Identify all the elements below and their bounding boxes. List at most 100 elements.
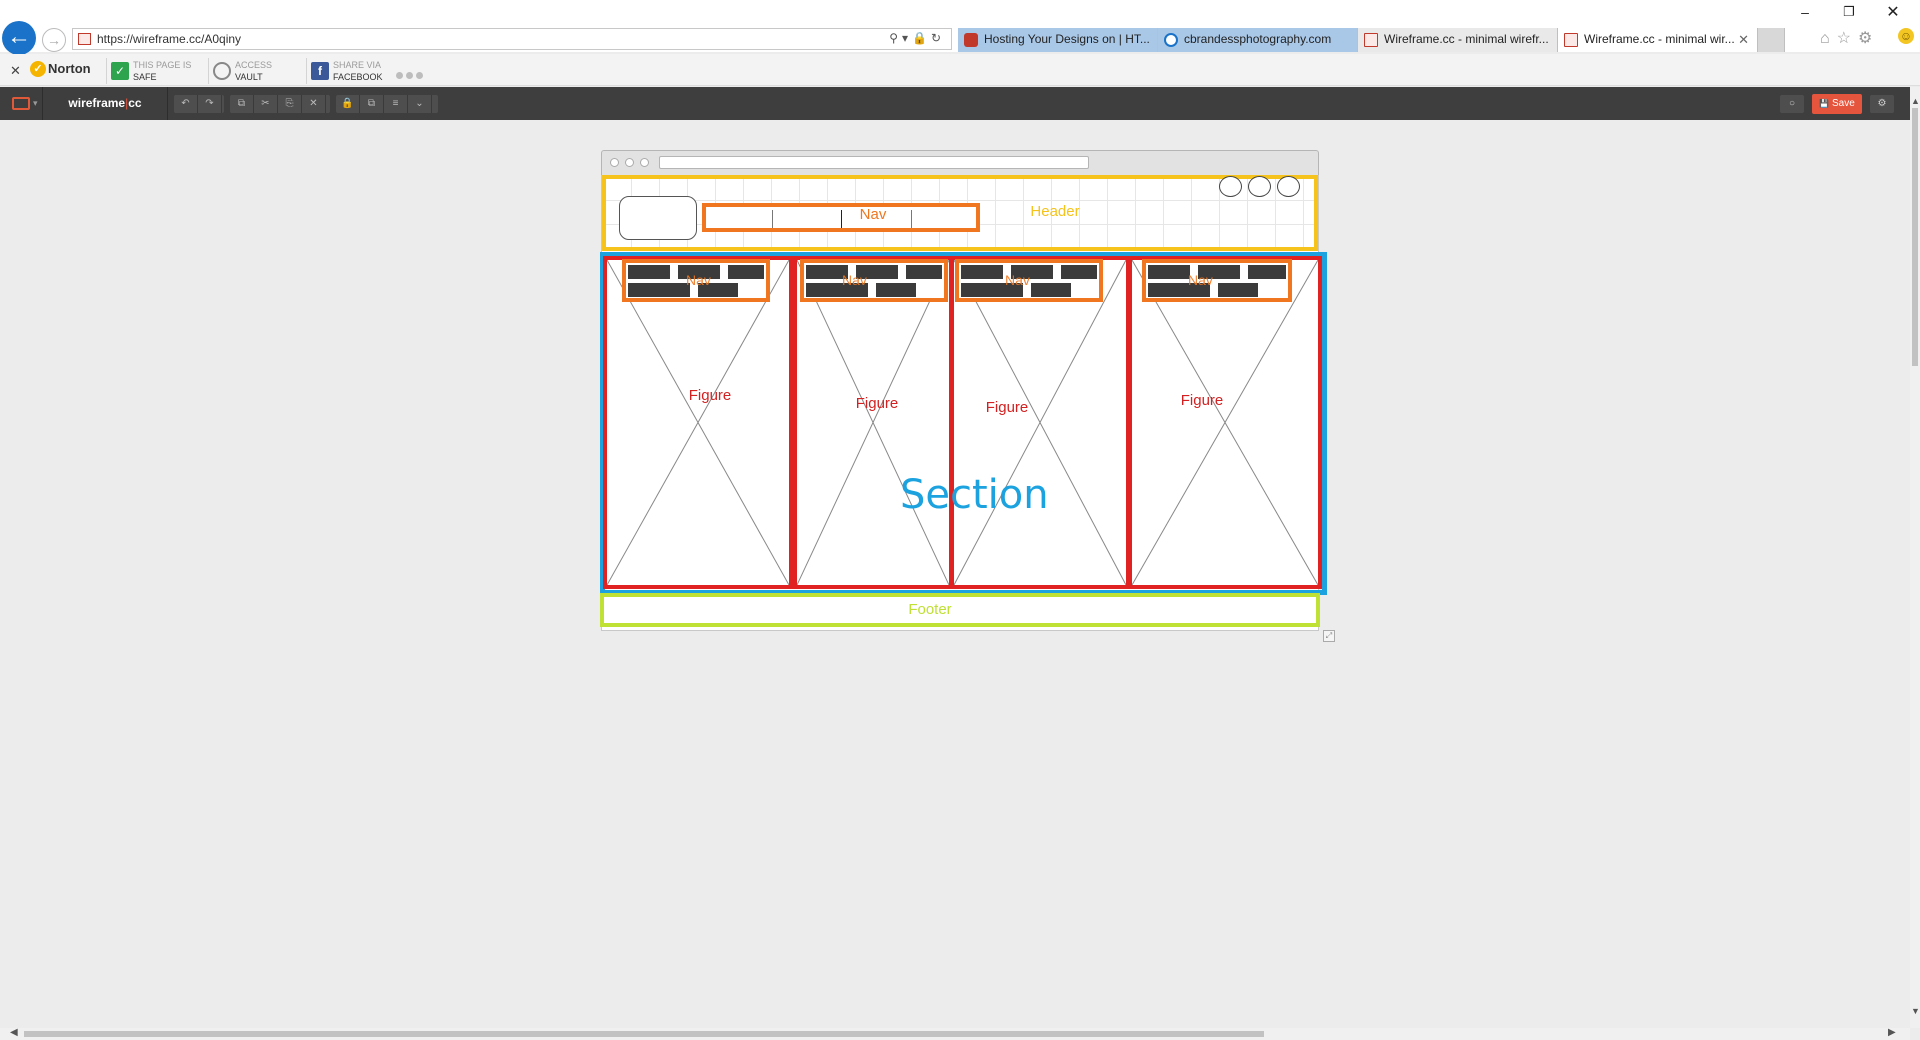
comment-button[interactable]: ○ — [1780, 95, 1804, 113]
page-icon — [78, 33, 91, 45]
back-button[interactable]: ← — [2, 21, 36, 55]
home-favorites-settings-icons[interactable]: ⌂☆⚙ — [1820, 28, 1879, 48]
wireframe-toolbar: ▾ wireframe|cc ↶ ↷ ⧉ ✂ ⎘ ✕ 🔒 ⧉ ≡ ⌄ ○ 💾 S… — [0, 87, 1910, 120]
tab-title: Hosting Your Designs on | HT... — [984, 32, 1150, 46]
norton-check-icon: ✓ — [30, 61, 46, 77]
ie-icon — [1164, 33, 1178, 47]
figure-nav-4[interactable]: Nav — [1142, 259, 1292, 302]
nav-block — [961, 265, 1003, 279]
delete-button[interactable]: ✕ — [302, 95, 326, 113]
nav-divider — [772, 210, 773, 228]
menu-caret-icon[interactable]: ▾ — [33, 98, 38, 109]
nav-block — [628, 283, 690, 297]
social-circle-icon[interactable] — [1277, 176, 1300, 197]
close-window-button[interactable]: ✕ — [1883, 2, 1903, 22]
nav-block — [876, 283, 916, 297]
copy-button[interactable]: ⧉ — [230, 95, 254, 113]
tab-title: Wireframe.cc - minimal wirefr... — [1384, 32, 1549, 46]
forward-button[interactable]: → — [42, 28, 66, 52]
address-url[interactable]: https://wireframe.cc/A0qiny — [97, 32, 241, 46]
tab-wireframe-1[interactable]: Wireframe.cc - minimal wirefr... — [1358, 28, 1558, 52]
social-circle-icon[interactable] — [1248, 176, 1271, 197]
scroll-left-icon[interactable]: ◀ — [10, 1027, 18, 1038]
cut-button[interactable]: ✂ — [254, 95, 278, 113]
scroll-down-icon[interactable]: ▼ — [1911, 1006, 1920, 1016]
footer-label: Footer — [908, 601, 952, 618]
nav-block — [1248, 265, 1286, 279]
settings-button[interactable]: ⚙ — [1870, 95, 1894, 113]
tab-cbrandess[interactable]: cbrandessphotography.com — [1158, 28, 1358, 52]
share-facebook-button[interactable]: f SHARE VIA FACEBOOK — [306, 58, 390, 84]
tab-title: cbrandessphotography.com — [1184, 32, 1332, 46]
figure-label: Figure — [1180, 392, 1224, 409]
browser-chrome: ← → https://wireframe.cc/A0qiny ⚲▾🔒↻ Hos… — [0, 0, 1920, 55]
access-vault-button[interactable]: ACCESS VAULT — [208, 58, 304, 84]
undo-button[interactable]: ↶ — [174, 95, 198, 113]
social-circle-icon[interactable] — [1219, 176, 1242, 197]
figure-nav-label: Nav — [842, 272, 867, 288]
tab-close-icon[interactable]: ✕ — [1738, 32, 1749, 48]
norton-logo[interactable]: ✓ Norton — [30, 60, 100, 82]
paste-button[interactable]: ⎘ — [278, 95, 302, 113]
history-button-group: ↶ ↷ — [174, 95, 224, 113]
logo-placeholder[interactable] — [619, 196, 697, 240]
mock-browser-bar — [601, 150, 1319, 176]
more-button[interactable]: ⌄ — [408, 95, 432, 113]
wireframe-icon — [1364, 33, 1378, 47]
more-options-icon[interactable] — [396, 68, 432, 79]
tab-wireframe-active[interactable]: Wireframe.cc - minimal wir... ✕ — [1558, 28, 1758, 52]
figure-2[interactable] — [793, 256, 953, 589]
address-bar-icons[interactable]: ⚲▾🔒↻ — [889, 31, 945, 45]
figure-1[interactable] — [603, 256, 793, 589]
horizontal-scroll-thumb[interactable] — [24, 1031, 1264, 1037]
figure-label: Figure — [985, 399, 1029, 416]
image-placeholder-icon — [607, 260, 789, 585]
redo-button[interactable]: ↷ — [198, 95, 222, 113]
nav-block — [728, 265, 764, 279]
scroll-up-icon[interactable]: ▲ — [1911, 96, 1920, 106]
duplicate-button[interactable]: ⧉ — [360, 95, 384, 113]
nav-divider — [911, 210, 912, 228]
app-logo: wireframe|cc — [42, 87, 168, 120]
figure-nav-3[interactable]: Nav — [955, 259, 1103, 302]
arrange-button-group: 🔒 ⧉ ≡ ⌄ — [336, 95, 438, 113]
mock-dot-icon — [610, 158, 619, 167]
norton-brand: Norton — [48, 61, 91, 76]
check-icon: ✓ — [111, 62, 129, 80]
norton-close-icon[interactable]: ✕ — [10, 63, 21, 79]
tab-hosting-designs[interactable]: Hosting Your Designs on | HT... — [958, 28, 1158, 52]
vertical-scroll-thumb[interactable] — [1912, 108, 1918, 366]
maximize-button[interactable]: ❐ — [1839, 4, 1859, 20]
edit-button-group: ⧉ ✂ ⎘ ✕ — [230, 95, 330, 113]
vault-icon — [213, 62, 231, 80]
minimize-button[interactable]: – — [1795, 4, 1815, 20]
figure-nav-label: Nav — [686, 272, 711, 288]
nav-block — [1031, 283, 1071, 297]
image-placeholder-icon — [954, 260, 1126, 585]
feedback-smiley-icon[interactable]: ☺ — [1898, 28, 1914, 44]
tab-title: Wireframe.cc - minimal wir... — [1584, 32, 1735, 46]
save-button[interactable]: 💾 Save — [1812, 94, 1862, 114]
nav-block — [1218, 283, 1258, 297]
align-button[interactable]: ≡ — [384, 95, 408, 113]
menu-window-icon[interactable] — [12, 97, 30, 110]
resize-handle-icon[interactable]: ⤢ — [1323, 630, 1335, 642]
nav-block — [1061, 265, 1097, 279]
figure-label: Figure — [855, 395, 899, 412]
mock-address-bar — [659, 156, 1089, 169]
figure-nav-2[interactable]: Nav — [800, 259, 948, 302]
figure-4[interactable] — [1128, 256, 1322, 589]
page-safe-indicator[interactable]: ✓ THIS PAGE IS SAFE — [106, 58, 206, 84]
wireframe-icon — [1564, 33, 1578, 47]
mock-dot-icon — [625, 158, 634, 167]
header-label: Header — [1030, 203, 1080, 220]
figure-label: Figure — [688, 387, 732, 404]
figure-nav-1[interactable]: Nav — [622, 259, 770, 302]
new-tab-button[interactable] — [1758, 28, 1785, 52]
red-globe-icon — [964, 33, 978, 47]
lock-button[interactable]: 🔒 — [336, 95, 360, 113]
norton-toolbar: ✕ ✓ Norton ✓ THIS PAGE IS SAFE ACCESS VA… — [0, 54, 1920, 86]
address-bar[interactable]: https://wireframe.cc/A0qiny ⚲▾🔒↻ — [72, 28, 952, 50]
figure-3[interactable] — [950, 256, 1130, 589]
scroll-right-icon[interactable]: ▶ — [1888, 1027, 1896, 1038]
